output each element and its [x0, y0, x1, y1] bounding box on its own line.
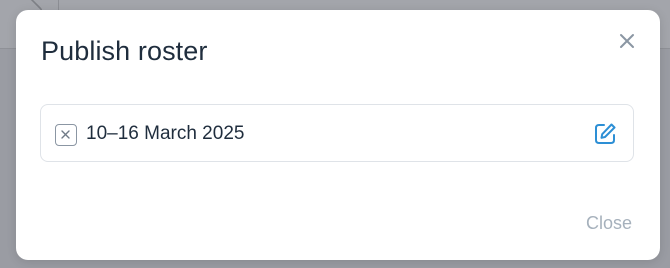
- remove-range-button[interactable]: [55, 124, 77, 146]
- publish-roster-dialog: Publish roster 10–16 March 2025 Close: [16, 10, 660, 260]
- edit-icon[interactable]: [592, 121, 618, 147]
- roster-range-label: 10–16 March 2025: [86, 123, 245, 144]
- close-button[interactable]: Close: [586, 213, 632, 234]
- close-icon[interactable]: [618, 32, 636, 50]
- dialog-title: Publish roster: [41, 36, 208, 66]
- remove-icon: [61, 130, 70, 139]
- roster-range-card: 10–16 March 2025: [40, 104, 634, 162]
